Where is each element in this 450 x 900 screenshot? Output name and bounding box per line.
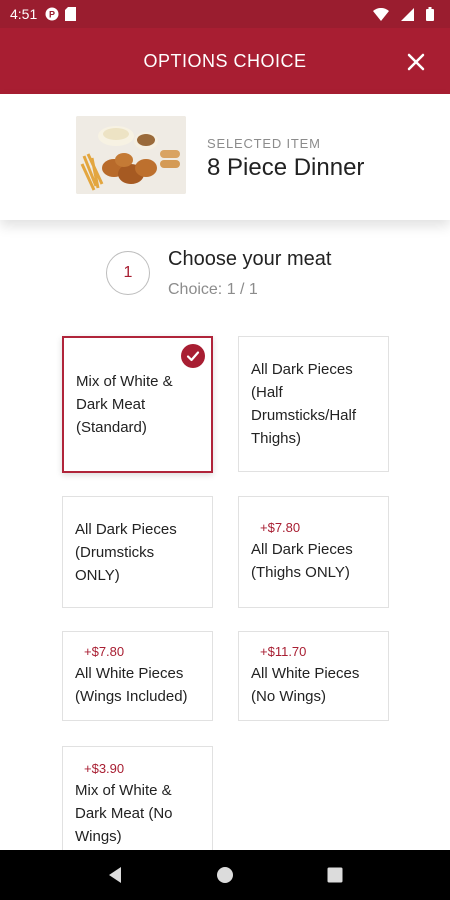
option-label: Mix of White & Dark Meat (No Wings) xyxy=(75,782,173,845)
selected-item-label: SELECTED ITEM xyxy=(207,136,321,151)
status-bar: 4:51 P xyxy=(0,0,450,28)
header-title: OPTIONS CHOICE xyxy=(143,50,307,71)
step-title: Choose your meat xyxy=(168,248,332,270)
close-icon[interactable] xyxy=(404,50,428,74)
selected-item-panel: SELECTED ITEM 8 Piece Dinner xyxy=(0,94,450,220)
p-circle-icon: P xyxy=(45,7,59,21)
option-card-dark-half[interactable]: All Dark Pieces (Half Drumsticks/Half Th… xyxy=(238,336,389,472)
option-card-dark-drumsticks[interactable]: All Dark Pieces (Drumsticks ONLY) xyxy=(62,496,213,608)
step-number-badge: 1 xyxy=(106,251,150,295)
option-label: All White Pieces (No Wings) xyxy=(251,665,360,705)
check-icon xyxy=(181,344,205,368)
option-card-white-no-wings[interactable]: +$11.70 All White Pieces (No Wings) xyxy=(238,631,389,721)
option-price: +$11.70 xyxy=(260,644,307,659)
option-card-mix-no-wings[interactable]: +$3.90 Mix of White & Dark Meat (No Wing… xyxy=(62,746,213,850)
option-label: All Dark Pieces (Drumsticks ONLY) xyxy=(75,520,177,584)
option-label: All Dark Pieces (Thighs ONLY) xyxy=(251,541,353,581)
option-card-mix-standard[interactable]: Mix of White & Dark Meat (Standard) xyxy=(62,336,213,473)
option-label: All White Pieces (Wings Included) xyxy=(75,665,188,705)
option-card-dark-thighs[interactable]: +$7.80 All Dark Pieces (Thighs ONLY) xyxy=(238,496,389,608)
svg-text:P: P xyxy=(49,10,55,20)
option-price: +$3.90 xyxy=(84,761,125,776)
signal-icon xyxy=(401,7,414,21)
selected-item-name: 8 Piece Dinner xyxy=(207,154,365,181)
step-subtitle: Choice: 1 / 1 xyxy=(168,281,258,298)
option-price: +$7.80 xyxy=(260,520,301,535)
home-icon[interactable] xyxy=(205,855,245,895)
option-label: All Dark Pieces (Half Drumsticks/Half Th… xyxy=(251,361,357,447)
option-card-white-wings[interactable]: +$7.80 All White Pieces (Wings Included) xyxy=(62,631,213,721)
back-icon[interactable] xyxy=(95,855,135,895)
wifi-icon xyxy=(373,7,389,21)
step-number: 1 xyxy=(123,264,133,281)
item-thumbnail xyxy=(76,116,186,194)
option-label: Mix of White & Dark Meat (Standard) xyxy=(76,373,173,436)
option-price: +$7.80 xyxy=(84,644,125,659)
recents-icon[interactable] xyxy=(315,855,355,895)
status-time: 4:51 xyxy=(10,6,38,22)
battery-icon xyxy=(426,7,434,21)
sd-card-icon xyxy=(65,7,77,21)
app-header: OPTIONS CHOICE xyxy=(0,28,450,94)
system-nav-bar xyxy=(0,850,450,900)
